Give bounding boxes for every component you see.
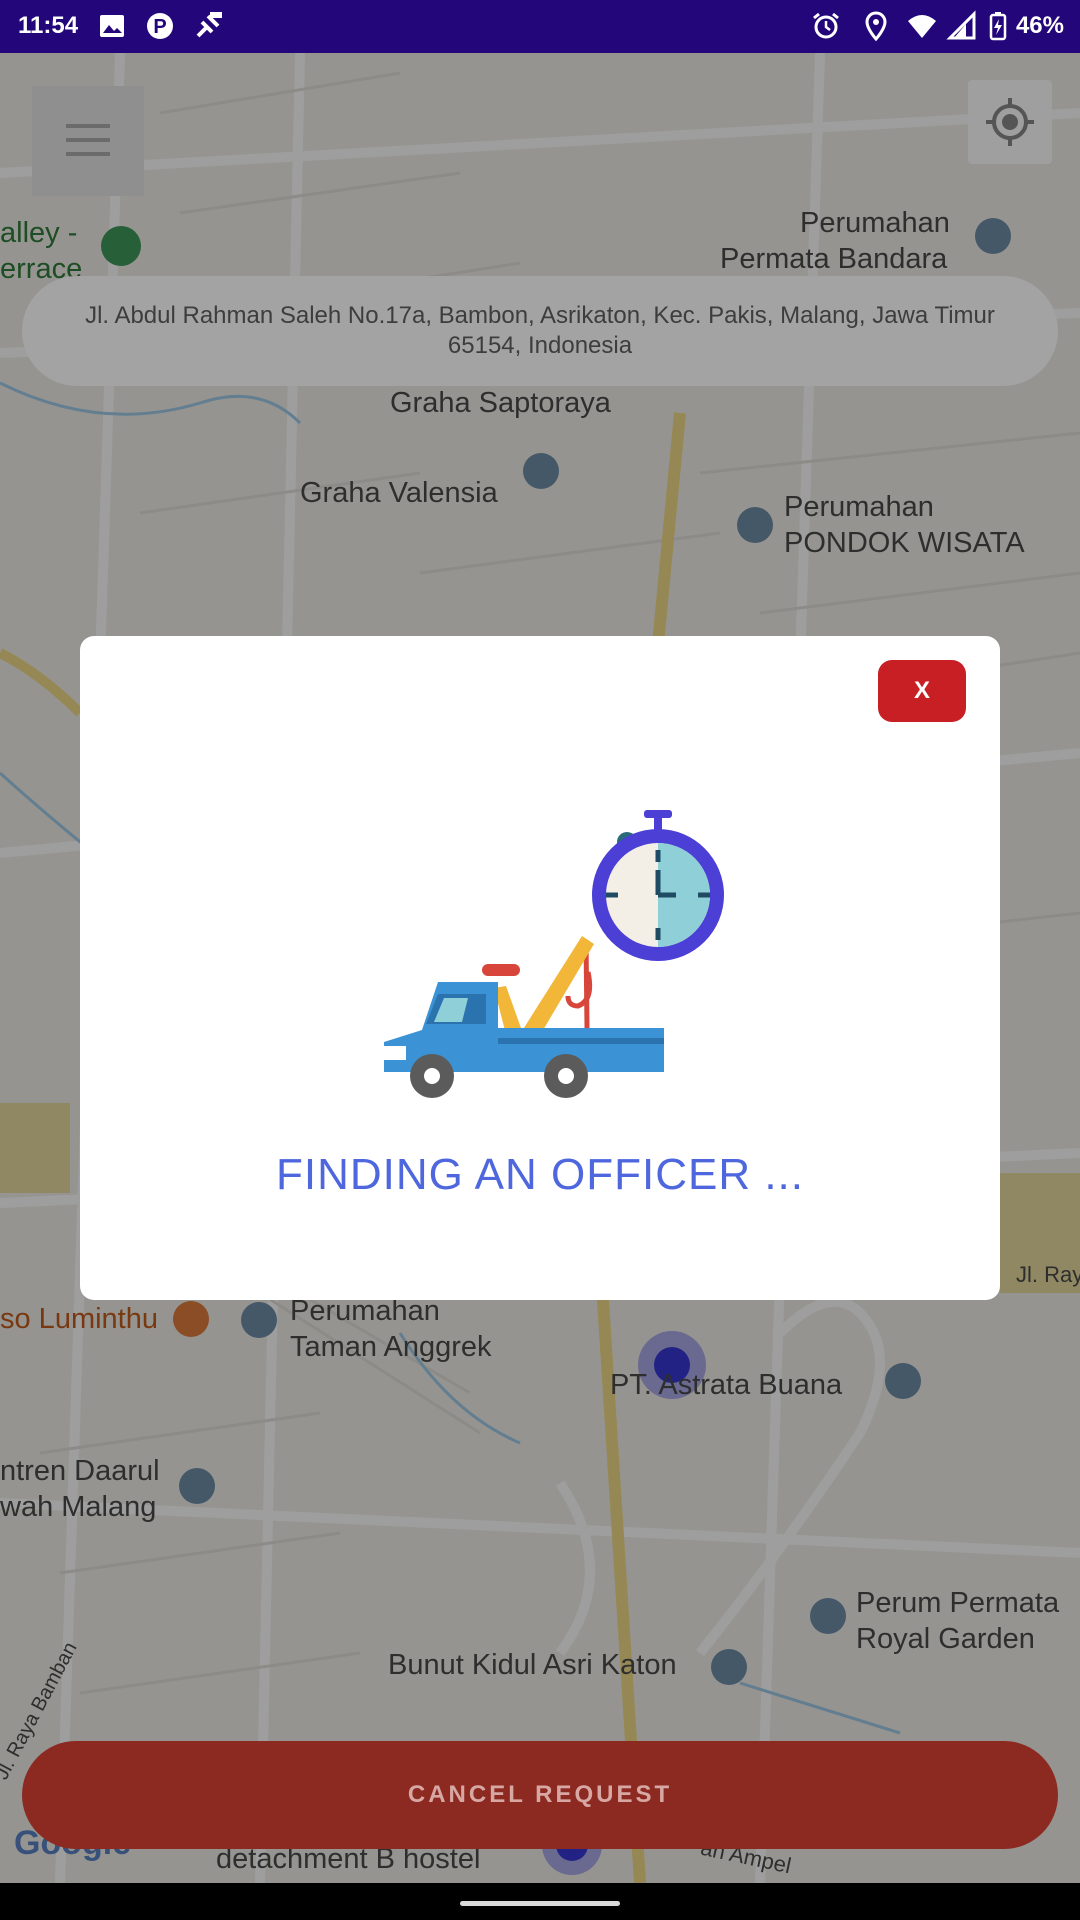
menu-button[interactable] (32, 86, 144, 196)
my-location-button[interactable] (968, 80, 1052, 164)
alarm-icon (813, 12, 839, 39)
menu-icon-bar (66, 124, 110, 128)
battery-level: 46% (1015, 12, 1064, 39)
crosshair-icon (986, 98, 1034, 146)
address-bar: Jl. Abdul Rahman Saleh No.17a, Bambon, A… (22, 276, 1058, 386)
menu-icon-bar (66, 138, 110, 142)
finding-officer-text: FINDING AN OFFICER ... (275, 1150, 805, 1199)
menu-icon-bar (66, 152, 110, 156)
wifi-icon (908, 15, 936, 38)
location-icon (865, 11, 887, 42)
status-bar: 11:54 P 46% (0, 0, 1080, 53)
fake-gps-icon (196, 12, 222, 38)
status-time: 11:54 (18, 12, 79, 39)
home-handle[interactable] (460, 1901, 620, 1906)
tow-truck-icon (384, 936, 664, 1098)
cancel-request-button[interactable]: CANCEL REQUEST (22, 1741, 1058, 1849)
stopwatch-icon (592, 810, 724, 961)
p-app-icon: P (147, 13, 173, 39)
signal-icon (946, 10, 976, 40)
tow-truck-stopwatch-illustration (384, 810, 724, 1098)
battery-icon (989, 12, 1007, 41)
close-dialog-button[interactable]: X (878, 660, 966, 722)
svg-text:P: P (153, 16, 166, 38)
image-icon (100, 15, 124, 37)
